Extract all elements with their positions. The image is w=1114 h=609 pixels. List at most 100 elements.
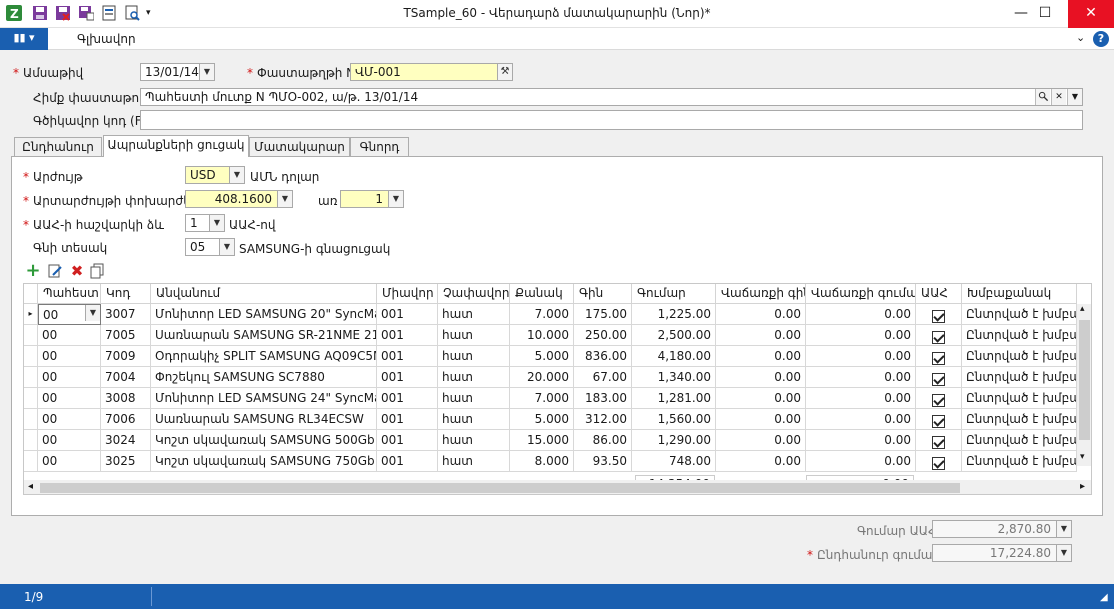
cell-unit[interactable]: 001 xyxy=(377,325,438,346)
column-header-measure[interactable]: Չափավորում xyxy=(438,284,510,304)
cell-vat[interactable]: ✓ xyxy=(916,346,962,367)
cell-sale-amount[interactable]: 0.00 xyxy=(806,409,916,430)
row-selector[interactable] xyxy=(24,388,38,409)
rate-field[interactable]: 408.1600 ▼ xyxy=(185,190,293,208)
cell-sale-amount[interactable]: 0.00 xyxy=(806,430,916,451)
cell-sale-price[interactable]: 0.00 xyxy=(716,409,806,430)
cell-quantity[interactable]: 7.000 xyxy=(510,388,574,409)
vat-checkbox[interactable]: ✓ xyxy=(932,310,945,323)
search-icon[interactable] xyxy=(1035,89,1050,105)
cell-name[interactable]: Օդորակիչ SPLIT SAMSUNG AQ09C5ME xyxy=(151,346,377,367)
table-row[interactable]: 00 7004 Փոշեկուլ SAMSUNG SC7880 001 հատ 20.00… xyxy=(24,367,1077,388)
cell-name[interactable]: Մոնիտոր LED SAMSUNG 24" SyncMas... xyxy=(151,388,377,409)
tab-main[interactable]: Գլխավոր xyxy=(77,32,136,46)
row-selector[interactable] xyxy=(24,367,38,388)
column-header-amount[interactable]: Գումար xyxy=(632,284,716,304)
cell-name[interactable]: Սառնարան SAMSUNG SR-21NME 219L xyxy=(151,325,377,346)
cell-amount[interactable]: 1,290.00 xyxy=(632,430,716,451)
scroll-left-icon[interactable]: ◂ xyxy=(28,481,33,492)
cell-measure[interactable]: հատ xyxy=(438,325,510,346)
cell-unit[interactable]: 001 xyxy=(377,346,438,367)
cell-code[interactable]: 3025 xyxy=(101,451,151,472)
column-header-sale-amount[interactable]: Վաճառքի գումար xyxy=(806,284,916,304)
help-icon[interactable]: ? xyxy=(1093,31,1109,47)
cell-unit[interactable]: 001 xyxy=(377,430,438,451)
price-type-dropdown-icon[interactable]: ▼ xyxy=(219,239,234,255)
maximize-button[interactable]: ☐ xyxy=(1024,0,1066,28)
cell-quantity[interactable]: 8.000 xyxy=(510,451,574,472)
cell-batch[interactable]: Ընտրված է խմբաք xyxy=(962,388,1077,409)
cell-sale-price[interactable]: 0.00 xyxy=(716,388,806,409)
horizontal-scrollbar[interactable]: ◂ ▸ xyxy=(24,480,1091,494)
cell-amount[interactable]: 1,225.00 xyxy=(632,304,716,325)
cell-measure[interactable]: հատ xyxy=(438,388,510,409)
currency-field[interactable]: USD ▼ xyxy=(185,166,245,184)
cell-quantity[interactable]: 10.000 xyxy=(510,325,574,346)
table-row[interactable]: 00 3024 Կոշտ սկավառակ SAMSUNG 500Gb S... 00… xyxy=(24,430,1077,451)
horizontal-scroll-thumb[interactable] xyxy=(40,483,960,493)
cell-amount[interactable]: 1,560.00 xyxy=(632,409,716,430)
add-icon[interactable]: + xyxy=(25,262,41,280)
cell-measure[interactable]: հատ xyxy=(438,346,510,367)
vertical-scrollbar[interactable]: ▴ ▾ xyxy=(1077,304,1091,466)
delete-icon[interactable]: ✖ xyxy=(69,263,85,279)
scroll-up-icon[interactable]: ▴ xyxy=(1080,304,1085,314)
cell-sale-amount[interactable]: 0.00 xyxy=(806,325,916,346)
scroll-down-icon[interactable]: ▾ xyxy=(1080,452,1085,462)
resize-grip-icon[interactable]: ◢ xyxy=(1100,592,1108,603)
cell-price[interactable]: 836.00 xyxy=(574,346,632,367)
docnum-field[interactable]: ՎՄ-001 ⚒ xyxy=(350,63,513,81)
cell-vat[interactable]: ✓ xyxy=(916,325,962,346)
edit-icon[interactable] xyxy=(47,263,63,279)
cell-warehouse[interactable]: 00 xyxy=(38,325,101,346)
cell-price[interactable]: 67.00 xyxy=(574,367,632,388)
rate-dropdown-icon[interactable]: ▼ xyxy=(277,191,292,207)
cell-warehouse[interactable]: 00 xyxy=(38,346,101,367)
vat-checkbox[interactable]: ✓ xyxy=(932,415,945,428)
cell-warehouse[interactable]: 00 ▼ xyxy=(38,304,101,325)
row-selector[interactable] xyxy=(24,451,38,472)
cell-unit[interactable]: 001 xyxy=(377,304,438,325)
table-row[interactable]: 00 7009 Օդորակիչ SPLIT SAMSUNG AQ09C5ME 001… xyxy=(24,346,1077,367)
table-row[interactable]: 00 7006 Սառնարան SAMSUNG RL34ECSW 001 հատ 5.0… xyxy=(24,409,1077,430)
copy-icon[interactable] xyxy=(89,263,105,279)
vat-method-dropdown-icon[interactable]: ▼ xyxy=(209,215,224,231)
cell-batch[interactable]: Ընտրված է խմբաք xyxy=(962,409,1077,430)
cell-sale-amount[interactable]: 0.00 xyxy=(806,451,916,472)
vat-total-dropdown-icon[interactable]: ▼ xyxy=(1056,521,1071,537)
tab-goods-list[interactable]: Ապրանքների ցուցակ xyxy=(103,135,249,157)
cell-sale-price[interactable]: 0.00 xyxy=(716,325,806,346)
cell-batch[interactable]: Ընտրված է խմբաք xyxy=(962,451,1077,472)
cell-amount[interactable]: 2,500.00 xyxy=(632,325,716,346)
cell-price[interactable]: 312.00 xyxy=(574,409,632,430)
date-dropdown-icon[interactable]: ▼ xyxy=(199,64,214,80)
row-selector[interactable] xyxy=(24,430,38,451)
grand-total-dropdown-icon[interactable]: ▼ xyxy=(1056,545,1071,561)
vat-checkbox[interactable]: ✓ xyxy=(932,352,945,365)
cell-warehouse[interactable]: 00 xyxy=(38,409,101,430)
cell-quantity[interactable]: 5.000 xyxy=(510,346,574,367)
cell-sale-price[interactable]: 0.00 xyxy=(716,346,806,367)
column-header-vat[interactable]: ԱԱՀ xyxy=(916,284,962,304)
vat-checkbox[interactable]: ✓ xyxy=(932,457,945,470)
cell-quantity[interactable]: 15.000 xyxy=(510,430,574,451)
cell-measure[interactable]: հատ xyxy=(438,409,510,430)
row-selector[interactable]: ▸ xyxy=(24,304,38,325)
cell-measure[interactable]: հատ xyxy=(438,367,510,388)
goods-table[interactable]: Պահեստ Կոդ Անվանում Միավոր Չափավորում Քա… xyxy=(23,283,1092,495)
table-row[interactable]: 00 3008 Մոնիտոր LED SAMSUNG 24" SyncMas...… xyxy=(24,388,1077,409)
cell-warehouse[interactable]: 00 xyxy=(38,451,101,472)
basedoc-dropdown-icon[interactable]: ▼ xyxy=(1067,89,1082,105)
cell-warehouse[interactable]: 00 xyxy=(38,430,101,451)
cell-amount[interactable]: 4,180.00 xyxy=(632,346,716,367)
cell-code[interactable]: 7009 xyxy=(101,346,151,367)
cell-batch[interactable]: Ընտրված է խմբաք xyxy=(962,367,1077,388)
currency-dropdown-icon[interactable]: ▼ xyxy=(229,167,244,183)
cell-code[interactable]: 3024 xyxy=(101,430,151,451)
scroll-right-icon[interactable]: ▸ xyxy=(1080,481,1085,492)
basedoc-field[interactable]: Պահեստի մուտք N ՊՄՕ-002, ա/թ. 13/01/14 ✕… xyxy=(140,88,1083,106)
cell-amount[interactable]: 748.00 xyxy=(632,451,716,472)
cell-sale-price[interactable]: 0.00 xyxy=(716,430,806,451)
tab-buyer[interactable]: Գնորդ xyxy=(350,137,409,157)
cell-sale-price[interactable]: 0.00 xyxy=(716,451,806,472)
